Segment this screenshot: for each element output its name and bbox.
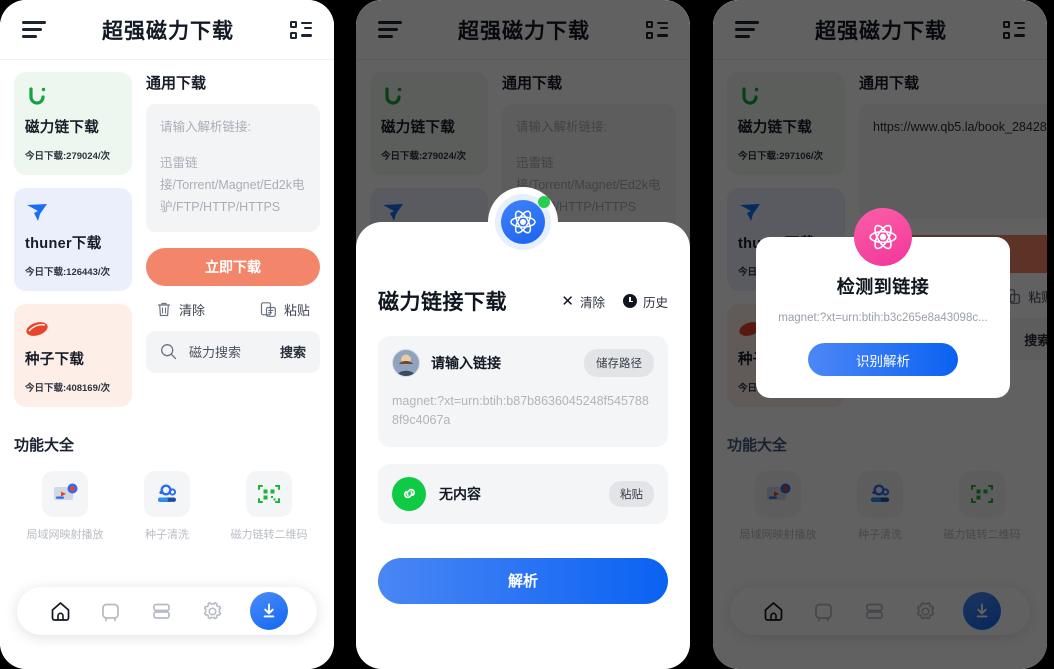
clipboard-card: 无内容 粘贴 xyxy=(378,463,668,524)
list-view-icon[interactable] xyxy=(290,20,312,39)
home-body: 磁力链下载 今日下载:279024/次 thuner下载 今日下载:126443… xyxy=(0,60,334,420)
sheet-brand-badge xyxy=(488,187,558,257)
atom-icon xyxy=(501,200,545,244)
download-card-count: 今日下载:126443/次 xyxy=(25,267,111,278)
search-placeholder: 磁力搜索 xyxy=(189,345,242,360)
page-title: 超强磁力下载 xyxy=(102,19,234,43)
clear-button[interactable]: 清除 xyxy=(156,300,205,319)
hamburger-icon[interactable] xyxy=(22,21,46,38)
thunder-bird-icon xyxy=(25,200,121,226)
save-path-button[interactable]: 储存路径 xyxy=(584,349,654,377)
search-button[interactable]: 搜索 xyxy=(280,342,306,361)
nav-item-home[interactable] xyxy=(48,599,73,624)
link-icon xyxy=(392,476,426,511)
download-card-count: 今日下载:408169/次 xyxy=(25,383,111,394)
dialog-confirm-button[interactable]: 识别解析 xyxy=(808,343,958,376)
app-header: 超强磁力下载 xyxy=(0,0,334,60)
download-card-title: 种子下载 xyxy=(25,352,85,368)
clear-label: 清除 xyxy=(179,302,206,318)
download-card-magnet[interactable]: 磁力链下载 今日下载:279024/次 xyxy=(14,72,132,175)
cards-icon xyxy=(153,603,170,619)
sheet-clear-button[interactable]: ✕ 清除 xyxy=(561,292,605,311)
features-title-text: 功能大全 xyxy=(14,437,75,454)
download-card-title: 磁力链下载 xyxy=(25,120,99,136)
online-dot-badge xyxy=(538,196,550,208)
feature-qr[interactable]: 磁力链转二维码 xyxy=(218,471,320,542)
qr-code-icon xyxy=(246,471,292,517)
download-icon xyxy=(263,603,275,618)
link-detected-dialog: 检测到链接 magnet:?xt=urn:btih:b3c265e8a43098… xyxy=(756,208,1010,398)
general-download-title: 通用下载 xyxy=(146,75,207,92)
app-screen-dialog: 超强磁力下载 磁力链下载 今日下载:297106/次 xyxy=(713,0,1047,669)
app-screen-home: 超强磁力下载 磁力链下载 今日下载:279024/次 thuner下载 今日下载… xyxy=(0,0,334,669)
magnet-sample-text: magnet:?xt=urn:btih:b87b8636045248f54578… xyxy=(392,394,649,428)
user-avatar xyxy=(392,349,420,377)
feature-label: 局域网映射播放 xyxy=(26,529,104,541)
bottom-nav xyxy=(17,587,317,635)
feature-lan-cast[interactable]: 局域网映射播放 xyxy=(14,471,116,542)
download-card-title: thuner下载 xyxy=(25,236,102,252)
feature-label: 磁力链转二维码 xyxy=(230,529,308,541)
clipboard-paste-icon xyxy=(260,301,276,317)
download-fab-button[interactable] xyxy=(250,592,289,630)
feature-label: 种子清洗 xyxy=(145,529,189,541)
download-card-seed[interactable]: 种子下载 今日下载:408169/次 xyxy=(14,304,132,407)
url-input[interactable]: 请输入解析链接: 迅雷链接/Torrent/Magnet/Ed2k电驴/FTP/… xyxy=(146,104,320,232)
app-screen-sheet: 超强磁力下载 磁力链下载 今日下载:279024/次 xyxy=(356,0,690,669)
atom-icon xyxy=(854,208,912,266)
three-panel-screenshot: 超强磁力下载 磁力链下载 今日下载:279024/次 thuner下载 今日下载… xyxy=(0,0,1054,669)
magnet-download-sheet: 磁力链接下载 ✕ 清除 历史 请输入链接 储存路径 magnet:?xt=urn… xyxy=(356,187,690,669)
sheet-history-label: 历史 xyxy=(642,295,668,310)
home-icon xyxy=(51,601,70,621)
sheet-history-button[interactable]: 历史 xyxy=(622,292,668,311)
general-download-panel: 通用下载 请输入解析链接: 迅雷链接/Torrent/Magnet/Ed2k电驴… xyxy=(146,72,320,420)
parse-button[interactable]: 解析 xyxy=(378,557,668,604)
features-title-text: 功能大全 xyxy=(727,437,788,454)
clock-icon xyxy=(622,294,637,308)
sheet-title: 磁力链接下载 xyxy=(378,291,507,314)
phone-screen-1: 超强磁力下载 磁力链下载 今日下载:279024/次 thuner下载 今日下载… xyxy=(0,0,334,669)
dialog-link-text: magnet:?xt=urn:btih:b3c265e8a43098c... xyxy=(778,312,988,324)
atom-icon-ring xyxy=(495,194,551,250)
sheet-clear-label: 清除 xyxy=(579,295,605,310)
features-grid: 局域网映射播放 种子清洗 磁力链转二维码 xyxy=(14,471,320,542)
url-placeholder-line1: 请输入解析链接: xyxy=(160,120,251,134)
nav-item-settings[interactable] xyxy=(200,599,225,624)
sheet-action-group: ✕ 清除 历史 xyxy=(561,292,668,311)
close-x-icon: ✕ xyxy=(561,292,574,310)
nav-item-cards[interactable] xyxy=(149,599,174,624)
magnet-search-box[interactable]: 磁力搜索 搜索 xyxy=(146,330,320,373)
sheet-paste-button[interactable]: 粘贴 xyxy=(609,480,654,507)
features-title: 功能大全 xyxy=(727,434,794,456)
download-type-list: 磁力链下载 今日下载:279024/次 thuner下载 今日下载:126443… xyxy=(14,72,132,420)
features-title: 功能大全 xyxy=(14,434,81,456)
url-action-row: 清除 粘贴 xyxy=(146,286,320,331)
seed-icon xyxy=(25,316,121,342)
download-now-button[interactable]: 立即下载 xyxy=(146,247,320,286)
download-card-thunder[interactable]: thuner下载 今日下载:126443/次 xyxy=(14,188,132,291)
phone-screen-3: 超强磁力下载 磁力链下载 今日下载:297106/次 xyxy=(713,0,1047,669)
trash-icon xyxy=(157,302,171,316)
paste-button[interactable]: 粘贴 xyxy=(260,300,310,319)
magnet-input-top-row: 请输入链接 储存路径 xyxy=(392,349,654,377)
seed-clean-icon xyxy=(144,471,190,517)
magnet-icon xyxy=(25,84,121,110)
dialog-title: 检测到链接 xyxy=(836,277,930,297)
clipboard-status: 无内容 xyxy=(439,485,481,502)
lan-cast-play-icon xyxy=(42,471,88,517)
gear-icon xyxy=(203,601,221,619)
nav-item-tv[interactable] xyxy=(98,599,123,624)
magnet-input-card[interactable]: 请输入链接 储存路径 magnet:?xt=urn:btih:b87b86360… xyxy=(378,336,668,447)
features-section: 功能大全 局域网映射播放 种子清洗 xyxy=(0,420,334,542)
phone-screen-2: 超强磁力下载 磁力链下载 今日下载:279024/次 xyxy=(356,0,690,669)
download-card-count: 今日下载:279024/次 xyxy=(25,151,111,162)
magnet-input-placeholder: 请输入链接 xyxy=(431,355,501,371)
feature-seed-clean[interactable]: 种子清洗 xyxy=(116,471,218,542)
search-icon xyxy=(161,344,177,360)
url-placeholder-line2: 迅雷链接/Torrent/Magnet/Ed2k电驴/FTP/HTTP/HTTP… xyxy=(160,155,305,214)
tv-icon xyxy=(102,603,120,621)
paste-label: 粘贴 xyxy=(283,302,310,318)
